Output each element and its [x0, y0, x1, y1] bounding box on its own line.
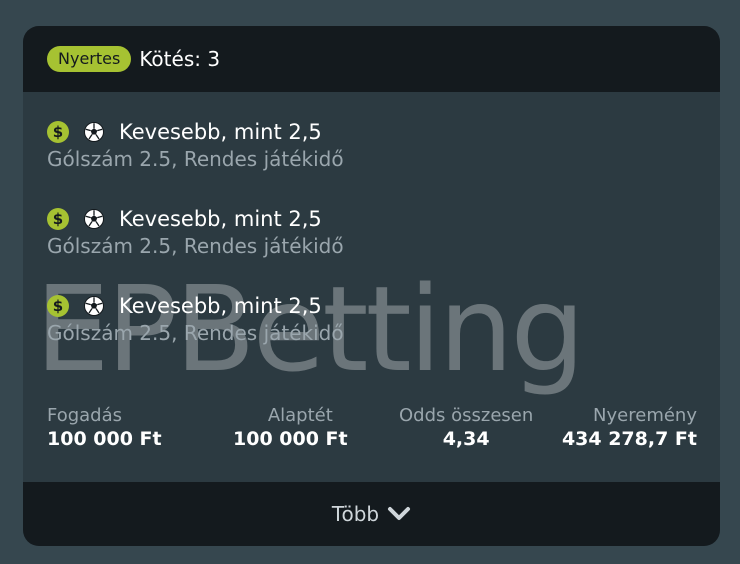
chevron-down-icon: [387, 506, 411, 522]
selection-market: Gólszám 2.5, Rendes játékidő: [47, 234, 344, 258]
winnings-stat: Nyeremény 434 278,7 Ft: [562, 405, 697, 450]
selection-name: Kevesebb, mint 2,5: [119, 294, 322, 318]
base-stake-value: 100 000 Ft: [233, 428, 348, 450]
bet-card-body: EPBetting $ Kevesebb, mint 2,5 Gólszám 2…: [23, 92, 720, 482]
total-odds-stat: Odds összesen 4,34: [399, 405, 533, 450]
status-badge: Nyertes: [47, 46, 132, 72]
base-stake-stat: Alaptét 100 000 Ft: [233, 405, 348, 450]
dollar-icon: $: [47, 208, 69, 230]
stake-value: 100 000 Ft: [47, 428, 162, 450]
total-odds-label: Odds összesen: [399, 405, 534, 426]
selection-name: Kevesebb, mint 2,5: [119, 120, 322, 144]
more-label: Több: [331, 502, 380, 526]
soccer-ball-icon: [83, 295, 105, 317]
dollar-icon: $: [47, 295, 69, 317]
stake-stat: Fogadás 100 000 Ft: [47, 405, 162, 450]
dollar-icon: $: [47, 121, 69, 143]
stake-label: Fogadás: [47, 405, 123, 426]
bet-summary: Fogadás 100 000 Ft Alaptét 100 000 Ft Od…: [47, 405, 697, 465]
selection-market: Gólszám 2.5, Rendes játékidő: [47, 321, 344, 345]
bet-type-title: Kötés: 3: [139, 47, 221, 71]
selection-item: $ Kevesebb, mint 2,5 Gólszám 2.5, Rendes…: [47, 205, 707, 258]
winnings-value: 434 278,7 Ft: [561, 428, 697, 450]
more-button[interactable]: Több: [23, 482, 720, 546]
bet-card: Nyertes Kötés: 3 EPBetting $ Kevesebb, m…: [23, 26, 720, 546]
total-odds-value: 4,34: [442, 428, 490, 450]
selection-name: Kevesebb, mint 2,5: [119, 207, 322, 231]
bet-card-header: Nyertes Kötés: 3: [23, 26, 720, 92]
selection-item: $ Kevesebb, mint 2,5 Gólszám 2.5, Rendes…: [47, 292, 707, 345]
selection-item: $ Kevesebb, mint 2,5 Gólszám 2.5, Rendes…: [47, 118, 707, 171]
selection-market: Gólszám 2.5, Rendes játékidő: [47, 147, 344, 171]
soccer-ball-icon: [83, 121, 105, 143]
soccer-ball-icon: [83, 208, 105, 230]
base-stake-label: Alaptét: [267, 405, 333, 426]
winnings-label: Nyeremény: [593, 405, 697, 426]
